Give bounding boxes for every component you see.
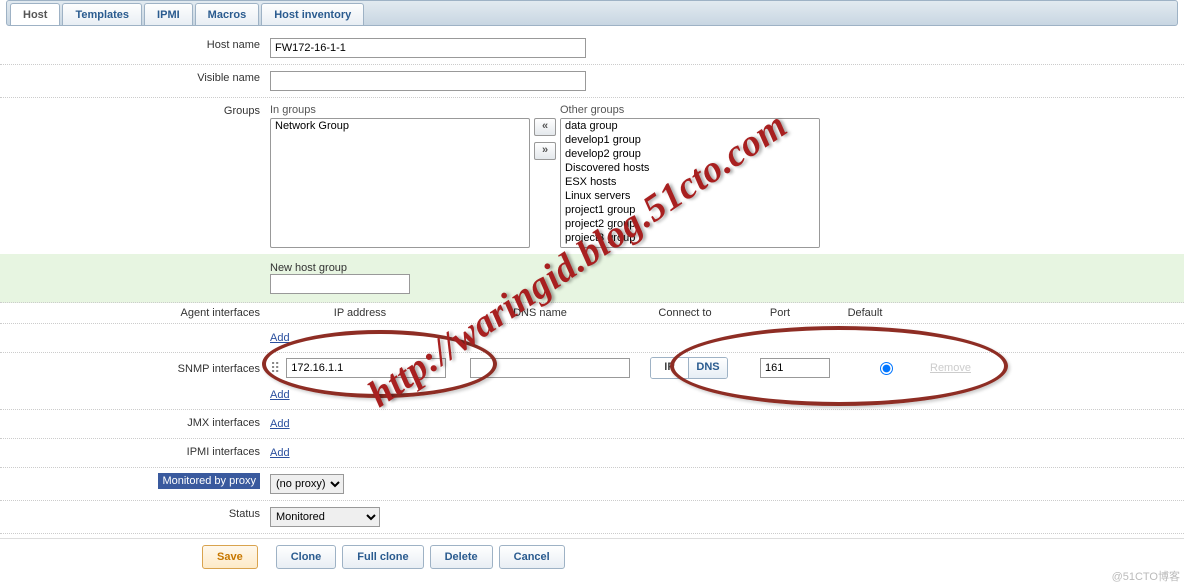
full-clone-button[interactable]: Full clone: [342, 545, 423, 569]
visible-name-label: Visible name: [10, 69, 270, 87]
snmp-port-input[interactable]: [760, 358, 830, 378]
in-groups-label: In groups: [270, 104, 530, 116]
snmp-dns-input[interactable]: [470, 358, 630, 378]
tab-ipmi[interactable]: IPMI: [144, 3, 193, 25]
agent-interfaces-label: Agent interfaces: [10, 307, 270, 319]
connect-to-toggle[interactable]: IP DNS: [650, 357, 728, 379]
in-groups-list[interactable]: Network Group: [270, 118, 530, 248]
snmp-interfaces-label: SNMP interfaces: [10, 359, 270, 378]
snmp-default-radio[interactable]: [880, 362, 893, 375]
clone-button[interactable]: Clone: [276, 545, 337, 569]
tab-macros[interactable]: Macros: [195, 3, 260, 25]
jmx-interfaces-label: JMX interfaces: [10, 414, 270, 432]
move-right-button[interactable]: »: [534, 142, 556, 160]
visible-name-input[interactable]: [270, 71, 586, 91]
tab-templates[interactable]: Templates: [62, 3, 142, 25]
groups-label: Groups: [10, 102, 270, 120]
delete-button[interactable]: Delete: [430, 545, 493, 569]
header-ip: IP address: [270, 307, 450, 319]
tab-host[interactable]: Host: [10, 3, 60, 25]
agent-add-link[interactable]: Add: [270, 330, 290, 346]
action-bar: Save Clone Full clone Delete Cancel: [0, 538, 1184, 575]
header-connect: Connect to: [630, 307, 740, 319]
snmp-remove-link: Remove: [930, 362, 971, 374]
proxy-select[interactable]: (no proxy): [270, 474, 344, 494]
tab-bar: Host Templates IPMI Macros Host inventor…: [6, 0, 1178, 26]
proxy-label: Monitored by proxy: [158, 473, 260, 489]
cancel-button[interactable]: Cancel: [499, 545, 565, 569]
host-name-input[interactable]: [270, 38, 586, 58]
jmx-add-link[interactable]: Add: [270, 416, 290, 432]
header-default: Default: [820, 307, 910, 319]
other-groups-label: Other groups: [560, 104, 820, 116]
other-groups-list[interactable]: data group develop1 group develop2 group…: [560, 118, 820, 248]
header-dns: DNS name: [450, 307, 630, 319]
connect-ip-option[interactable]: IP: [651, 358, 689, 378]
save-button[interactable]: Save: [202, 545, 258, 569]
drag-handle-icon[interactable]: ⠿: [270, 360, 280, 377]
move-left-button[interactable]: «: [534, 118, 556, 136]
host-name-label: Host name: [10, 36, 270, 54]
connect-dns-option[interactable]: DNS: [689, 358, 727, 378]
snmp-ip-input[interactable]: [286, 358, 446, 378]
header-port: Port: [740, 307, 820, 319]
new-host-group-label: New host group: [270, 262, 347, 274]
ipmi-interfaces-label: IPMI interfaces: [10, 443, 270, 461]
tab-host-inventory[interactable]: Host inventory: [261, 3, 364, 25]
new-host-group-input[interactable]: [270, 274, 410, 294]
status-select[interactable]: Monitored: [270, 507, 380, 527]
status-label: Status: [10, 505, 270, 523]
snmp-add-link[interactable]: Add: [270, 387, 290, 403]
new-host-group-spacer: [10, 260, 270, 296]
footer-watermark: @51CTO博客: [1112, 568, 1180, 584]
ipmi-add-link[interactable]: Add: [270, 445, 290, 461]
